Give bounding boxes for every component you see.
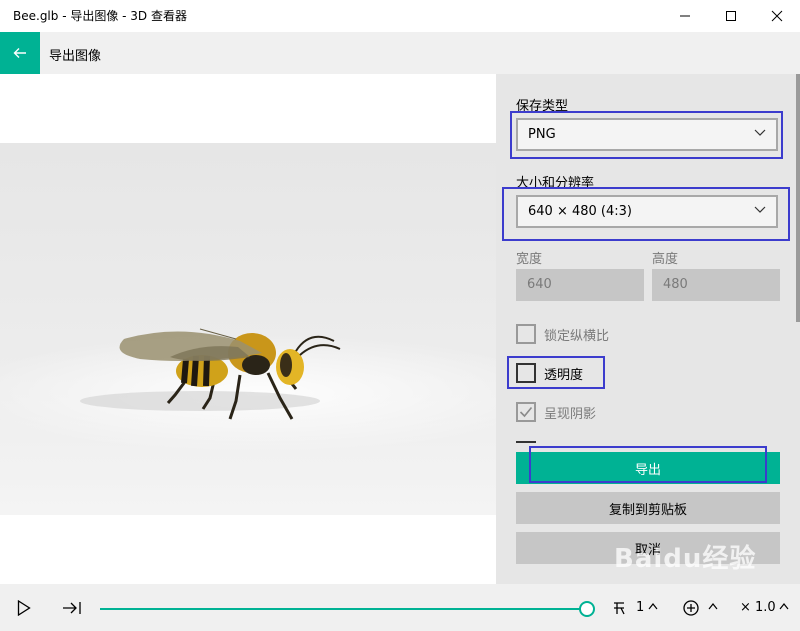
lock-ratio-label: 锁定纵横比 xyxy=(544,329,610,344)
title-bar: Bee.glb - 导出图像 - 3D 查看器 xyxy=(0,0,800,32)
timeline-thumb[interactable] xyxy=(579,601,595,617)
maximize-button[interactable] xyxy=(708,0,754,32)
size-resolution-label: 大小和分辨率 xyxy=(516,176,595,191)
copy-to-clipboard-button[interactable]: 复制到剪贴板 xyxy=(516,492,780,524)
panel-scrollbar[interactable] xyxy=(796,74,800,322)
zoom-icon[interactable] xyxy=(682,599,700,617)
size-resolution-value: 640 × 480 (4:3) xyxy=(528,204,632,219)
speed-icon[interactable] xyxy=(611,600,627,616)
width-input[interactable]: 640 xyxy=(516,269,644,301)
width-label: 宽度 xyxy=(516,252,543,267)
chevron-down-icon xyxy=(754,129,766,136)
height-input[interactable]: 480 xyxy=(652,269,780,301)
zoom-value: × 1.0 xyxy=(740,600,776,615)
page-title: 导出图像 xyxy=(49,49,102,64)
section-divider xyxy=(516,441,536,443)
chevron-down-icon xyxy=(754,206,766,213)
baidu-watermark: Baidu经验 xyxy=(614,544,757,574)
transparency-label: 透明度 xyxy=(544,368,584,383)
save-type-label: 保存类型 xyxy=(516,99,569,114)
height-label: 高度 xyxy=(652,252,679,267)
window-title: Bee.glb - 导出图像 - 3D 查看器 xyxy=(13,9,187,23)
chevron-up-icon[interactable] xyxy=(648,602,658,610)
chevron-up-icon[interactable] xyxy=(708,602,718,610)
minimize-button[interactable] xyxy=(662,0,708,32)
close-button[interactable] xyxy=(754,0,800,32)
playback-speed-value: 1 xyxy=(636,600,645,615)
play-icon[interactable] xyxy=(17,600,31,616)
timeline-track[interactable] xyxy=(100,608,580,610)
export-button[interactable]: 导出 xyxy=(516,452,780,484)
close-icon xyxy=(771,10,783,22)
playback-bar: 1 × 1.0 xyxy=(0,584,800,631)
maximize-icon xyxy=(726,11,736,21)
back-arrow-icon xyxy=(13,48,26,58)
bee-model-image xyxy=(0,328,496,453)
save-type-value: PNG xyxy=(528,127,556,142)
skip-to-end-icon[interactable] xyxy=(62,601,82,615)
back-button[interactable] xyxy=(0,32,40,74)
viewport[interactable] xyxy=(0,74,496,584)
shadow-checkbox[interactable] xyxy=(516,402,536,422)
app-bar: 导出图像 xyxy=(0,32,800,74)
render-stage[interactable] xyxy=(0,143,496,515)
chevron-up-icon[interactable] xyxy=(779,602,789,610)
minimize-icon xyxy=(680,15,690,17)
export-settings-panel: 保存类型 PNG 大小和分辨率 640 × 480 (4:3) 宽度 高度 64… xyxy=(496,74,800,584)
save-type-dropdown[interactable]: PNG xyxy=(516,118,778,151)
shadow-label: 呈现阴影 xyxy=(544,407,597,422)
lock-ratio-checkbox[interactable] xyxy=(516,324,536,344)
size-resolution-dropdown[interactable]: 640 × 480 (4:3) xyxy=(516,195,778,228)
checkmark-icon xyxy=(519,406,533,418)
transparency-checkbox[interactable] xyxy=(516,363,536,383)
